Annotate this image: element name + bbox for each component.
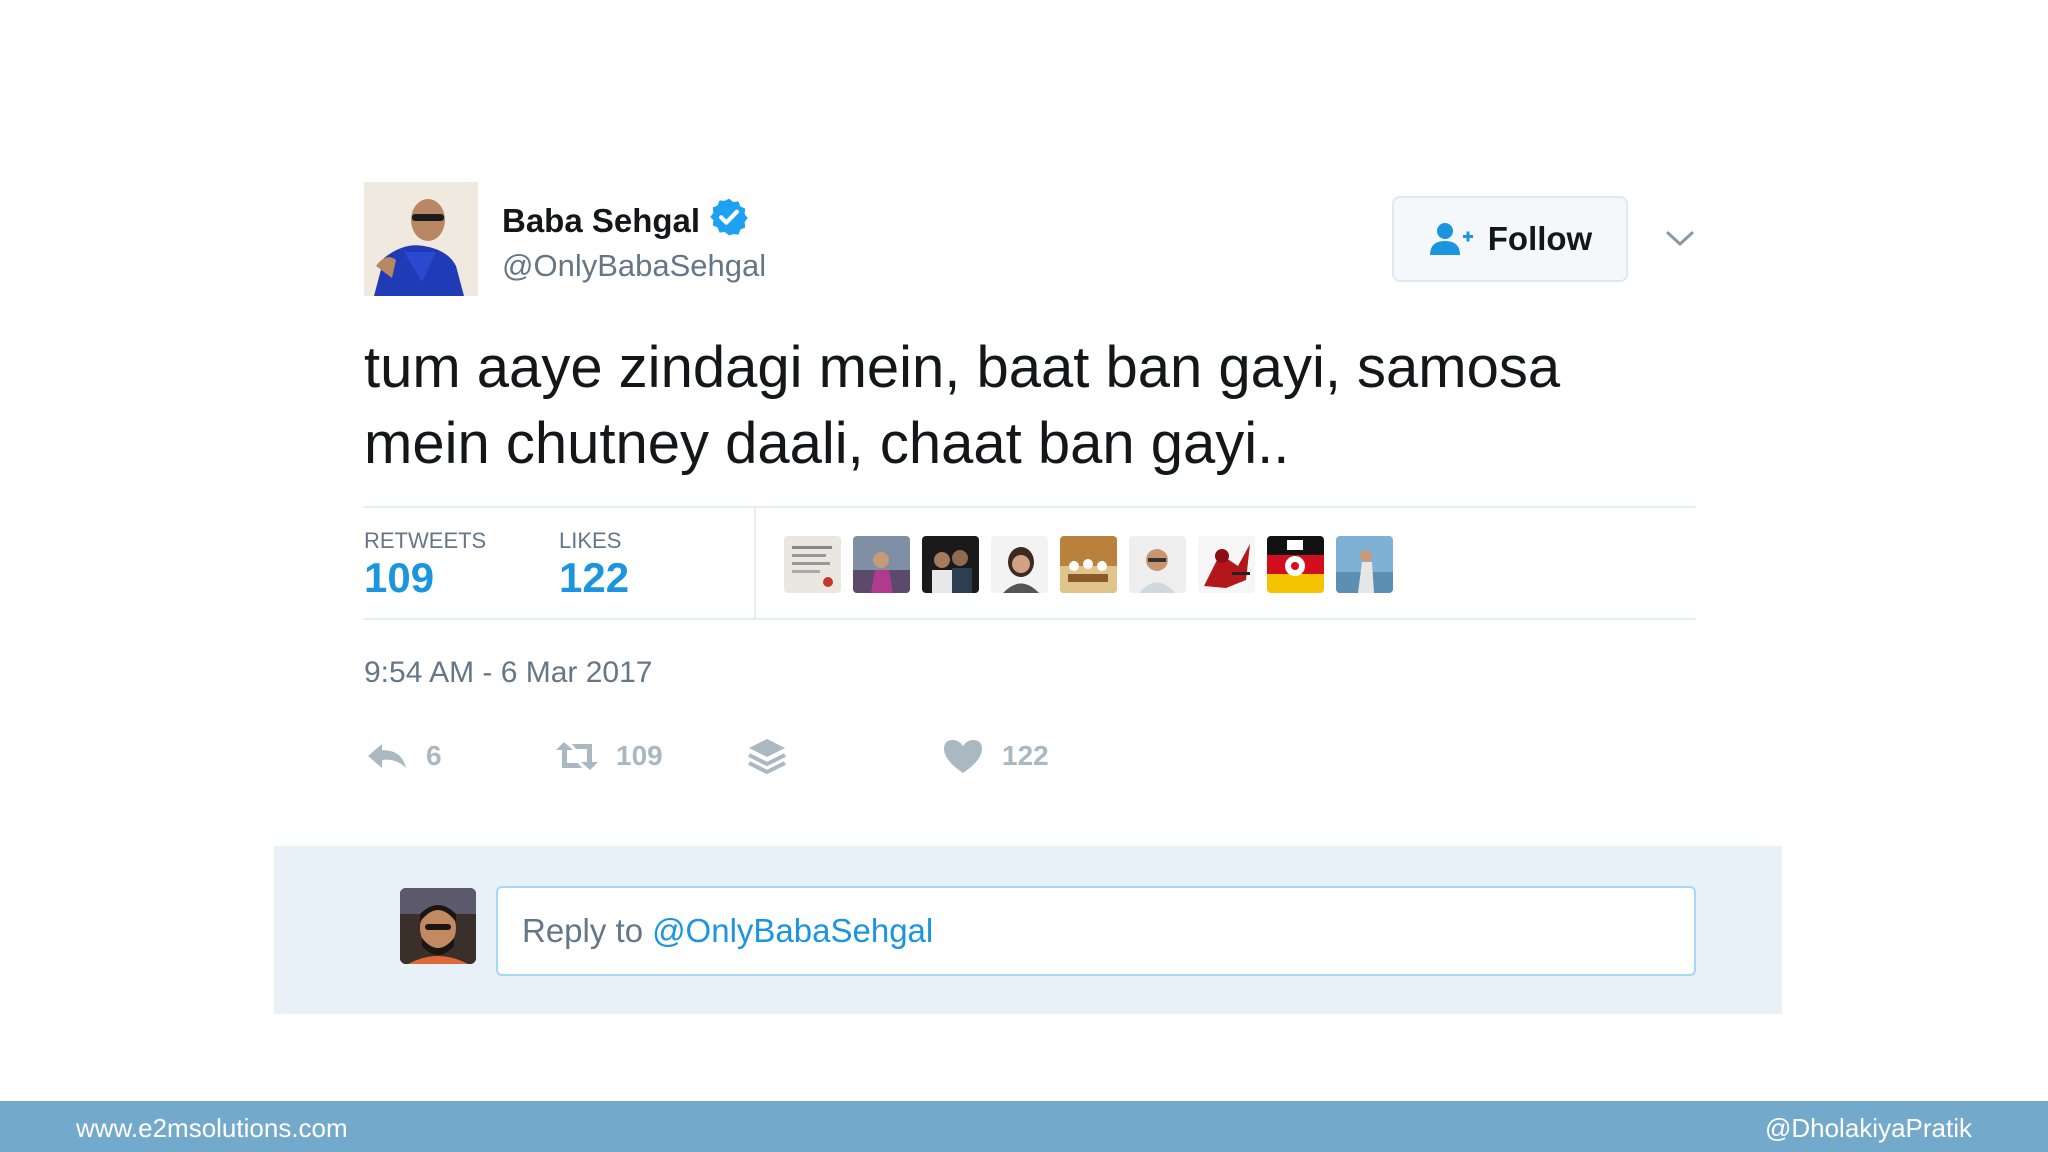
follow-user-icon	[1429, 223, 1473, 255]
follow-button[interactable]: Follow	[1392, 196, 1628, 282]
retweet-action[interactable]: 109	[554, 728, 663, 784]
liker-avatar[interactable]	[1129, 536, 1186, 593]
chevron-down-icon[interactable]	[1664, 224, 1696, 252]
liker-avatar[interactable]	[1267, 536, 1324, 593]
retweet-icon	[556, 742, 598, 770]
liker-avatar[interactable]	[784, 536, 841, 593]
author-avatar[interactable]	[364, 182, 478, 296]
liker-avatars	[784, 536, 1393, 593]
reply-count: 6	[426, 740, 442, 771]
liker-avatar[interactable]	[853, 536, 910, 593]
reply-input[interactable]: Reply to @OnlyBabaSehgal	[496, 886, 1696, 976]
tweet-header: Baba Sehgal @OnlyBabaSehgal Follow	[364, 180, 1696, 298]
stack-icon	[748, 739, 786, 774]
verified-badge-icon	[710, 198, 748, 236]
author-handle[interactable]: @OnlyBabaSehgal	[502, 248, 766, 284]
liker-avatar[interactable]	[1198, 536, 1255, 593]
retweets-count[interactable]: 109	[364, 554, 434, 602]
likes-count[interactable]: 122	[559, 554, 629, 602]
reply-mention[interactable]: @OnlyBabaSehgal	[652, 912, 933, 950]
footer-website[interactable]: www.e2msolutions.com	[76, 1113, 348, 1144]
tweet-text: tum aaye zindagi mein, baat ban gayi, sa…	[364, 335, 1561, 476]
reply-icon	[368, 744, 406, 768]
like-action[interactable]: 122	[940, 728, 1049, 784]
reply-box: Reply to @OnlyBabaSehgal	[274, 846, 1782, 1014]
reply-action[interactable]: 6	[364, 728, 442, 784]
retweets-label: RETWEETS	[364, 528, 487, 553]
stack-action[interactable]	[744, 728, 790, 784]
likes-label: LIKES	[559, 528, 622, 553]
liker-avatar[interactable]	[922, 536, 979, 593]
reply-prefix: Reply to	[522, 912, 644, 949]
liker-avatar[interactable]	[991, 536, 1048, 593]
footer-bar: www.e2msolutions.com @DholakiyaPratik	[0, 1101, 2048, 1152]
retweet-count: 109	[616, 740, 663, 771]
heart-icon	[944, 740, 982, 773]
user-avatar[interactable]	[400, 888, 476, 964]
footer-handle[interactable]: @DholakiyaPratik	[1765, 1113, 1972, 1144]
stats-divider	[754, 508, 756, 620]
author-name[interactable]: Baba Sehgal	[502, 202, 700, 240]
tweet-timestamp[interactable]: 9:54 AM - 6 Mar 2017	[364, 656, 653, 690]
liker-avatar[interactable]	[1060, 536, 1117, 593]
liker-avatar[interactable]	[1336, 536, 1393, 593]
follow-label: Follow	[1487, 220, 1593, 257]
like-count: 122	[1002, 740, 1049, 771]
tweet-actions: 6 109 122	[364, 728, 1696, 784]
tweet-stats: RETWEETS 109 LIKES 122	[364, 506, 1696, 620]
